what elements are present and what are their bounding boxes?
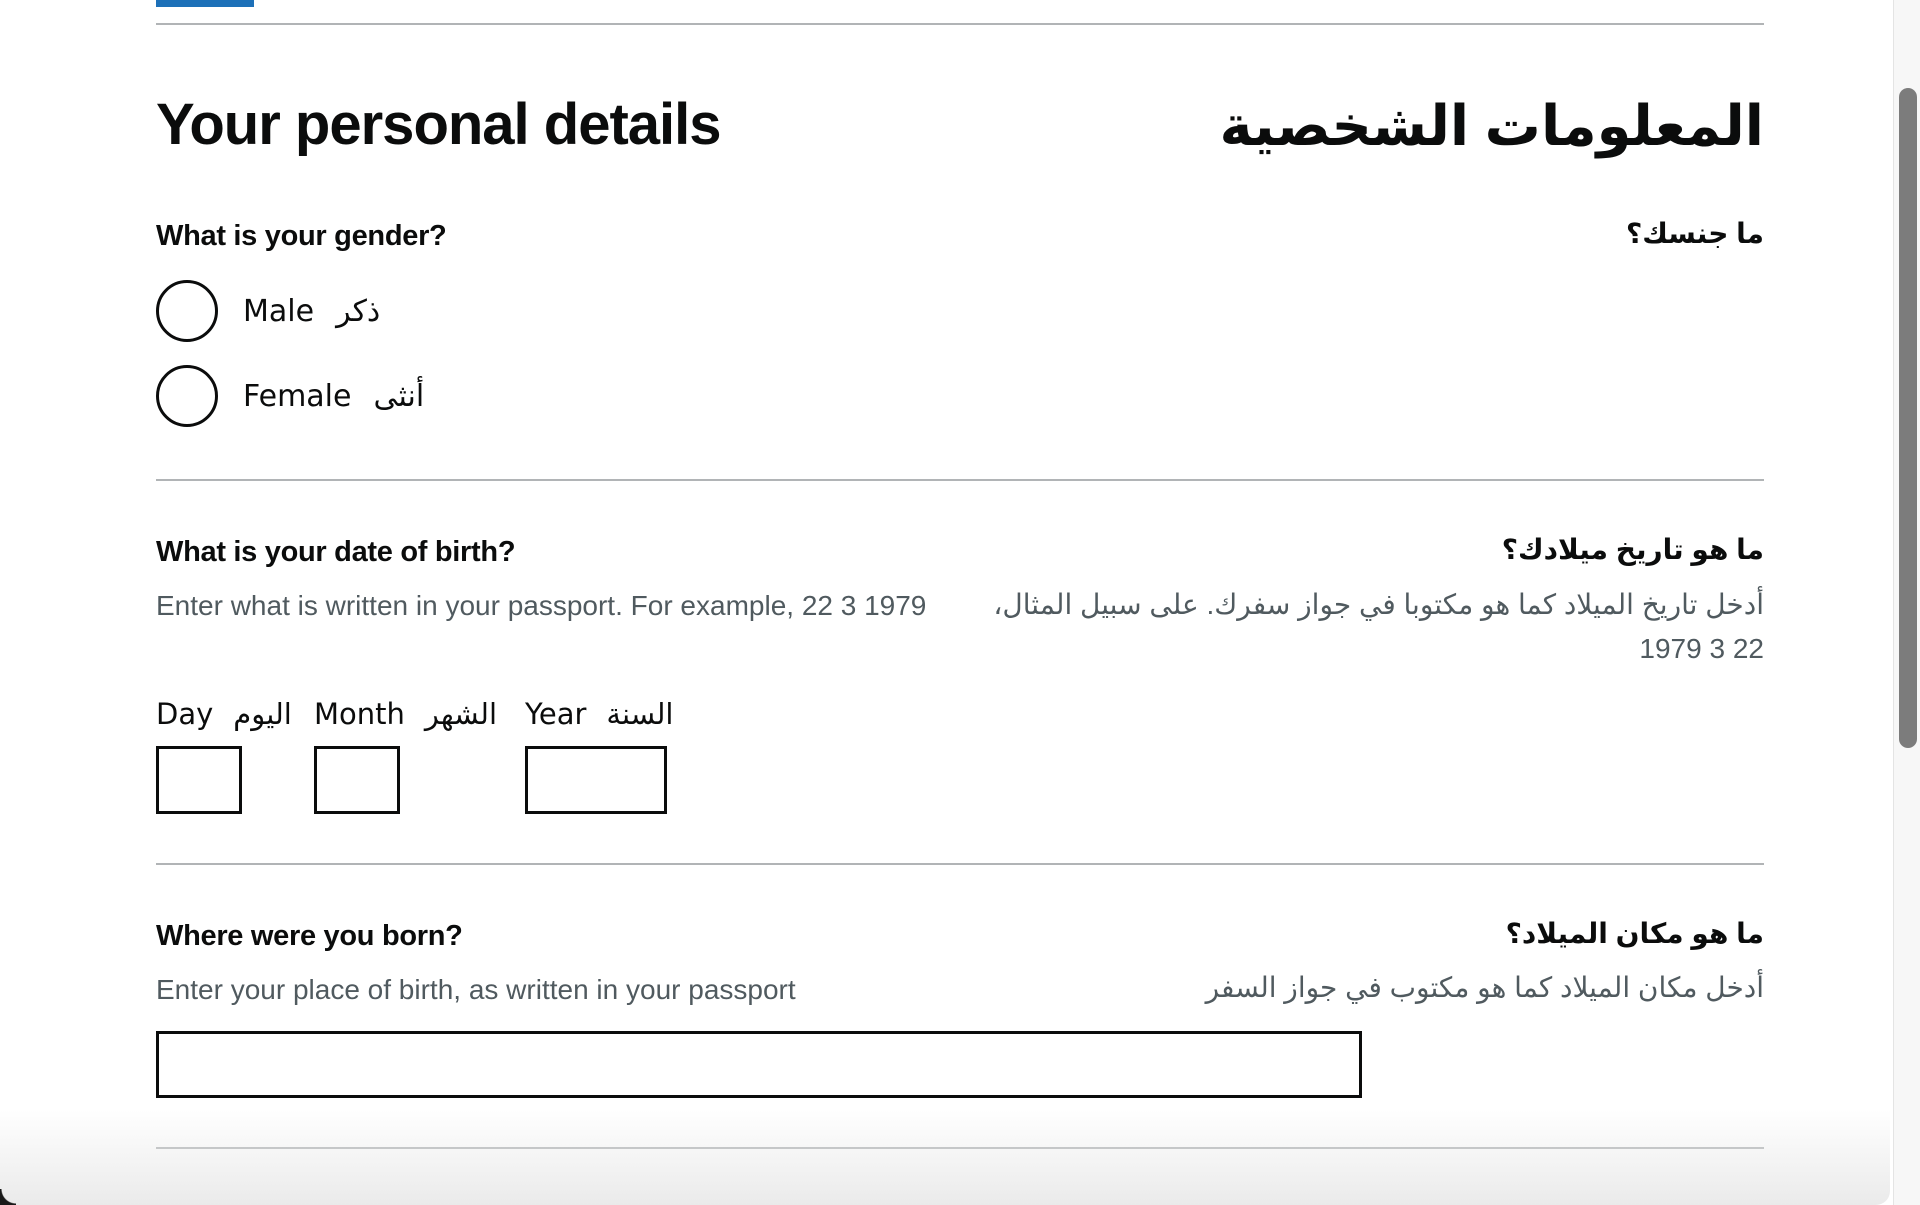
personal-details-page: Your personal details المعلومات الشخصية … [0, 0, 1920, 1205]
dob-hint-ar: أدخل تاريخ الميلاد كما هو مكتوبا في جواز… [993, 589, 1764, 664]
radio-label-female[interactable]: Female أنثى [243, 379, 424, 414]
dob-hint-en: Enter what is written in your passport. … [156, 590, 927, 621]
radio-male[interactable] [156, 280, 218, 342]
radio-label-female-en[interactable]: Female [243, 379, 351, 414]
dob-question-ar: ما هو تاريخ ميلادك؟ [1501, 534, 1764, 565]
bottom-shadow [0, 1110, 1890, 1205]
dob-year-field: Year السنة [525, 696, 673, 814]
dob-month-label-ar: الشهر [424, 697, 498, 731]
dob-year-label-en: Year [525, 697, 587, 731]
dob-month-label-en: Month [314, 697, 405, 731]
radio-label-female-ar[interactable]: أنثى [373, 379, 424, 414]
window-corner-left [0, 1189, 16, 1205]
radio-label-male[interactable]: Male ذكر [243, 294, 380, 329]
dob-day-field: Day اليوم [156, 696, 292, 814]
radio-label-male-ar[interactable]: ذكر [336, 294, 380, 329]
dob-question-en: What is your date of birth? [156, 536, 516, 568]
dob-month-field: Month الشهر [314, 696, 497, 814]
section-divider-2 [156, 863, 1764, 865]
dob-year-input[interactable] [525, 746, 667, 814]
top-divider [156, 23, 1764, 25]
page-title-en: Your personal details [156, 92, 722, 157]
birthplace-question-en: Where were you born? [156, 920, 463, 952]
dob-day-input[interactable] [156, 746, 242, 814]
dob-day-label-ar: اليوم [233, 697, 292, 731]
radio-label-male-en[interactable]: Male [243, 294, 314, 329]
gender-option-female[interactable]: Female أنثى [156, 362, 424, 430]
section-divider-1 [156, 479, 1764, 481]
scrollbar-thumb[interactable] [1899, 88, 1917, 748]
dob-month-input[interactable] [314, 746, 400, 814]
gender-option-male[interactable]: Male ذكر [156, 277, 380, 345]
gender-question-en: What is your gender? [156, 220, 447, 252]
birthplace-input[interactable] [156, 1031, 1362, 1098]
section-divider-3 [156, 1147, 1764, 1149]
dob-day-label: Day اليوم [156, 696, 292, 732]
birthplace-question-ar: ما هو مكان الميلاد؟ [1505, 918, 1764, 949]
birthplace-hint-en: Enter your place of birth, as written in… [156, 974, 796, 1005]
birthplace-hint-ar: أدخل مكان الميلاد كما هو مكتوب في جواز ا… [1205, 972, 1764, 1003]
dob-year-label-ar: السنة [606, 697, 674, 731]
vertical-scrollbar[interactable] [1893, 0, 1920, 1205]
gender-question-ar: ما جنسك؟ [1625, 218, 1764, 249]
page-title-ar: المعلومات الشخصية [1219, 94, 1764, 157]
radio-female[interactable] [156, 365, 218, 427]
dob-day-label-en: Day [156, 697, 214, 731]
dob-month-label: Month الشهر [314, 696, 497, 732]
dob-year-label: Year السنة [525, 696, 673, 732]
progress-accent-bar [156, 0, 254, 7]
